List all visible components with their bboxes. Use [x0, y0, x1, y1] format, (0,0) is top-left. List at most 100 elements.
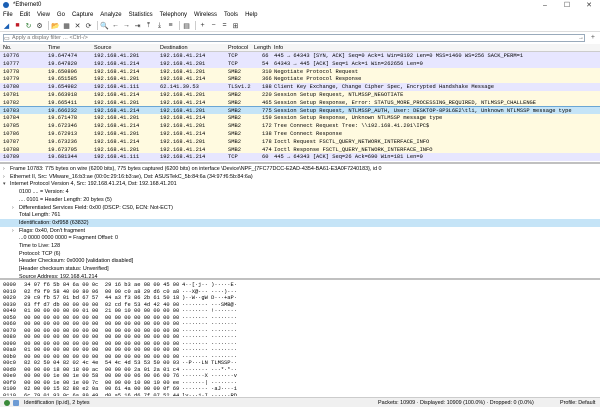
detail-tree-item[interactable]: Total Length: 761	[0, 211, 600, 219]
hex-hex: 6c 79 01 93 0c 6a 89 49 d0 a5 16 d6 7f 0…	[24, 392, 180, 397]
col-info[interactable]: Info	[274, 45, 283, 51]
col-time[interactable]: Time	[48, 45, 60, 51]
collapsed-arrow-icon[interactable]: ›	[12, 205, 14, 211]
detail-tree-item[interactable]: › Flags: 0x40, Don't fragment	[0, 227, 600, 235]
hex-row[interactable]: 0110 6c 79 01 93 0c 6a 89 49 d0 a5 16 d6 …	[0, 392, 600, 397]
packet-row[interactable]: 10782 19.665411 192.168.41.201 192.168.41.2…	[0, 98, 600, 107]
gear-icon[interactable]: ⚙	[35, 21, 44, 30]
save-icon[interactable]: ▦	[62, 21, 71, 30]
menu-help[interactable]: Help	[245, 12, 257, 18]
detail-tree-item[interactable]: › Differentiated Services Field: 0x00 (DS…	[0, 204, 600, 212]
detail-tree-item[interactable]: Header Checksum: 0x0000 [validation disa…	[0, 257, 600, 265]
packet-row[interactable]: 10781 19.663918 192.168.41.214 192.168.41.2…	[0, 91, 600, 99]
detail-tree-item[interactable]: 0100 .... = Version: 4	[0, 188, 600, 196]
packet-row[interactable]: 10788 19.673705 192.168.41.201 192.168.41.2…	[0, 145, 600, 154]
detail-tree-item[interactable]: [Header checksum status: Unverified]	[0, 265, 600, 273]
first-icon[interactable]: ⤒	[144, 21, 153, 30]
packet-row[interactable]: 10779 19.651585 192.168.41.201 192.168.41.2…	[0, 75, 600, 84]
reload-icon[interactable]: ⟳	[84, 21, 93, 30]
menu-file[interactable]: File	[3, 12, 13, 18]
menu-view[interactable]: View	[37, 12, 50, 18]
capture-status-icon[interactable]	[4, 400, 10, 406]
expanded-arrow-icon[interactable]: ▾	[3, 181, 6, 187]
menu-wireless[interactable]: Wireless	[194, 12, 217, 18]
expert-info-icon[interactable]	[13, 400, 19, 406]
packet-details-pane[interactable]: › Frame 10783: 775 bytes on wire (6200 bi…	[0, 162, 600, 278]
packet-row[interactable]: 10789 19.681344 192.168.41.111 192.168.41.2…	[0, 153, 600, 161]
collapsed-arrow-icon[interactable]: ›	[3, 166, 5, 172]
packet-info: Session Setup Request, NTLMSSP_AUTH, Use…	[274, 107, 572, 114]
col-no[interactable]: No.	[3, 45, 12, 51]
menu-tools[interactable]: Tools	[224, 12, 238, 18]
close-icon[interactable]: ✕	[73, 21, 82, 30]
autoscroll-icon[interactable]: ≡	[166, 21, 175, 30]
col-protocol[interactable]: Protocol	[228, 45, 248, 51]
packet-row[interactable]: 10780 19.654982 192.168.41.111 62.141.39.53…	[0, 83, 600, 92]
filter-bookmark-icon[interactable]: ▭	[4, 35, 10, 42]
packet-len: 188	[262, 84, 272, 91]
profile-label[interactable]: Profile: Default	[560, 400, 595, 406]
open-icon[interactable]: 📂	[51, 21, 60, 30]
packet-src: 192.168.41.214	[94, 107, 140, 114]
zoom-out-icon[interactable]: −	[209, 21, 218, 30]
detail-tree-item[interactable]: › Ethernet II, Src: VMware_16:b3:ae (00:0…	[0, 173, 600, 181]
maximize-button[interactable]: ☐	[556, 0, 578, 10]
forward-icon[interactable]: →	[122, 21, 131, 30]
last-icon[interactable]: ⤓	[155, 21, 164, 30]
apply-filter-icon[interactable]: →	[578, 35, 584, 41]
packet-bytes-pane[interactable]: 0000 34 97 f6 5b 84 6a 00 0c 29 16 b3 ae …	[0, 278, 600, 396]
col-length[interactable]: Length	[254, 45, 271, 51]
packet-row[interactable]: 10776 19.647474 192.168.41.201 192.168.41.2…	[0, 52, 600, 60]
packet-time: 19.654982	[48, 84, 78, 91]
minimize-button[interactable]: –	[534, 0, 556, 10]
packet-row[interactable]: 10778 19.650806 192.168.41.214 192.168.41.2…	[0, 67, 600, 76]
packet-len: 220	[262, 92, 272, 98]
shark-fin-icon[interactable]: ◢	[2, 21, 11, 30]
packet-time: 19.681344	[48, 154, 78, 161]
colorize-icon[interactable]: ▤	[182, 21, 191, 30]
menu-statistics[interactable]: Statistics	[129, 12, 153, 18]
packet-len: 159	[262, 115, 272, 122]
search-icon[interactable]: 🔍	[100, 21, 109, 30]
collapsed-arrow-icon[interactable]: ›	[12, 228, 14, 234]
zoom-in-icon[interactable]: +	[198, 21, 207, 30]
packet-proto: SMB2	[228, 76, 241, 83]
detail-text: Internet Protocol Version 4, Src: 192.16…	[10, 181, 177, 188]
detail-tree-item[interactable]: ▾ Internet Protocol Version 4, Src: 192.1…	[0, 180, 600, 188]
packet-row[interactable]: 10786 19.672913 192.168.41.201 192.168.41.2…	[0, 130, 600, 138]
packet-len: 60	[262, 154, 269, 161]
packet-row[interactable]: 10787 19.673236 192.168.41.214 192.168.41.2…	[0, 137, 600, 146]
detail-tree-item[interactable]: Time to Live: 128	[0, 242, 600, 250]
menu-edit[interactable]: Edit	[20, 12, 30, 18]
packet-no: 10780	[3, 84, 20, 91]
restart-icon[interactable]: ↻	[24, 21, 33, 30]
packet-row[interactable]: 10777 19.647820 192.168.41.214 192.168.41.2…	[0, 59, 600, 68]
packet-row[interactable]: 10783 19.666232 192.168.41.214 192.168.41.2…	[0, 105, 600, 116]
stop-icon[interactable]: ■	[13, 21, 22, 30]
close-button[interactable]: ✕	[578, 0, 600, 10]
packet-row[interactable]: 10784 19.671478 192.168.41.201 192.168.41.2…	[0, 114, 600, 123]
collapsed-arrow-icon[interactable]: ›	[3, 174, 5, 180]
display-filter-input[interactable]	[3, 34, 585, 42]
col-source[interactable]: Source	[94, 45, 111, 51]
zoom-reset-icon[interactable]: =	[220, 21, 229, 30]
menu-telephony[interactable]: Telephony	[160, 12, 187, 18]
menu-analyze[interactable]: Analyze	[100, 12, 121, 18]
menu-capture[interactable]: Capture	[72, 12, 93, 18]
resize-icon[interactable]: ⊞	[231, 21, 240, 30]
jump-icon[interactable]: ⇥	[133, 21, 142, 30]
detail-tree-item[interactable]: Protocol: TCP (6)	[0, 250, 600, 258]
back-icon[interactable]: ←	[111, 21, 120, 30]
packet-list[interactable]: 10776 19.647474 192.168.41.201 192.168.41.2…	[0, 52, 600, 161]
menu-go[interactable]: Go	[57, 12, 65, 18]
col-destination[interactable]: Destination	[160, 45, 188, 51]
detail-tree-item[interactable]: .... 0101 = Header Length: 20 bytes (5)	[0, 196, 600, 204]
detail-tree-item[interactable]: › Frame 10783: 775 bytes on wire (6200 bi…	[0, 165, 600, 173]
packet-proto: TCP	[228, 60, 238, 67]
detail-text: Flags: 0x40, Don't fragment	[19, 227, 86, 234]
packet-no: 10781	[3, 92, 20, 98]
add-filter-button-icon[interactable]: +	[591, 34, 595, 41]
detail-tree-item[interactable]: ...0 0000 0000 0000 = Fragment Offset: 0	[0, 234, 600, 242]
packet-row[interactable]: 10785 19.672346 192.168.41.214 192.168.41.2…	[0, 122, 600, 131]
detail-tree-item[interactable]: Identification: 0xf958 (63832)	[0, 218, 600, 227]
